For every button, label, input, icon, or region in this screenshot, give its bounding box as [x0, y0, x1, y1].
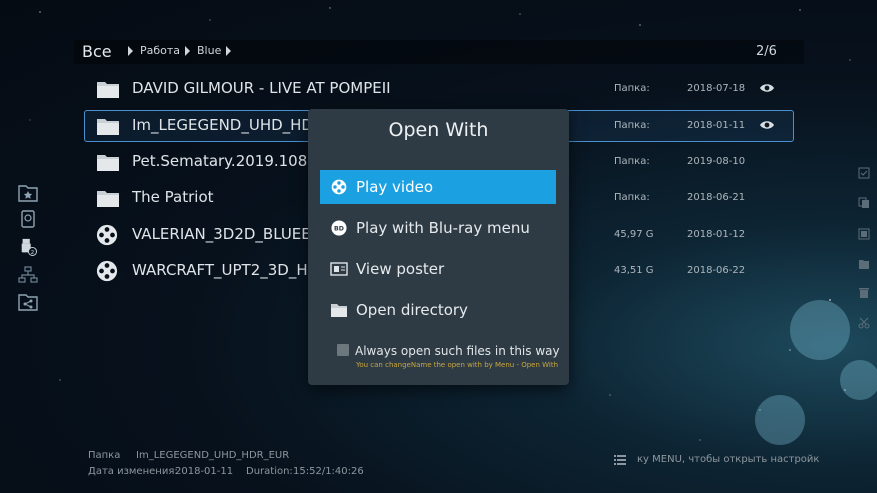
footer-folder-value: Im_LEGEGEND_UHD_HDR_EUR — [136, 450, 290, 461]
folder-icon — [97, 191, 119, 207]
menu-list-icon — [614, 455, 626, 465]
open-with-hint: You can changeName the open with by Menu… — [356, 361, 559, 369]
always-open-label[interactable]: Always open such files in this way — [355, 344, 560, 358]
file-date: 2018-01-11 — [687, 120, 746, 131]
always-open-checkbox[interactable] — [337, 344, 349, 356]
file-name: Im_LEGEGEND_UHD_HDR — [132, 116, 312, 134]
footer-duration-label: Duration: — [246, 466, 293, 477]
folder-icon — [97, 82, 119, 98]
rename-icon[interactable] — [858, 228, 870, 240]
file-type: Папка: — [614, 120, 650, 131]
film-reel-icon — [96, 260, 118, 282]
new-folder-icon[interactable] — [858, 258, 870, 270]
play-video-option[interactable]: Play video — [320, 170, 556, 204]
hdd-icon[interactable] — [18, 210, 38, 228]
usb-drive-icon[interactable]: 2 — [18, 238, 38, 256]
file-name: WARCRAFT_UPT2_3D_H — [132, 261, 308, 279]
breadcrumb-bar — [74, 40, 804, 64]
file-type: Папка: — [614, 83, 650, 94]
page-counter: 2/6 — [756, 44, 777, 59]
breadcrumb-separator-icon — [185, 46, 190, 56]
dialog-title: Open With — [388, 119, 489, 141]
eye-icon — [760, 121, 774, 129]
delete-icon[interactable] — [858, 287, 870, 299]
select-icon[interactable] — [858, 167, 870, 179]
file-size: 45,97 G — [614, 229, 654, 240]
file-row[interactable]: DAVID GILMOUR - LIVE AT POMPEII Папка: 2… — [84, 73, 794, 105]
footer-duration-value: 15:52/1:40:26 — [293, 466, 364, 477]
folder-icon — [331, 304, 347, 317]
folder-icon — [97, 119, 119, 135]
file-date: 2018-01-12 — [687, 229, 746, 240]
footer-modified-value: 2018-01-11 — [175, 466, 234, 477]
breadcrumb-separator-icon — [226, 46, 231, 56]
breadcrumb-separator-icon — [128, 46, 133, 56]
cut-icon[interactable] — [858, 317, 870, 329]
menu-hint: ку MENU, чтобы открыть настройк — [637, 454, 820, 465]
folder-icon — [97, 155, 119, 171]
file-date: 2019-08-10 — [687, 156, 746, 167]
option-label: Play with Blu-ray menu — [356, 219, 530, 237]
breadcrumb-item[interactable]: Blue — [197, 44, 221, 57]
file-size: 43,51 G — [614, 265, 654, 276]
poster-icon — [330, 262, 348, 276]
film-reel-icon — [331, 179, 347, 195]
shared-folder-icon[interactable] — [18, 293, 38, 311]
breadcrumb-item[interactable]: Работа — [140, 44, 180, 57]
option-label: View poster — [356, 260, 445, 278]
file-date: 2018-07-18 — [687, 83, 746, 94]
play-bluray-option[interactable]: BD Play with Blu-ray menu — [320, 211, 556, 245]
option-label: Play video — [356, 178, 434, 196]
svg-text:BD: BD — [334, 226, 344, 233]
file-date: 2018-06-21 — [687, 192, 746, 203]
network-icon[interactable] — [18, 266, 38, 284]
footer-modified-label: Дата изменения: — [88, 466, 178, 477]
file-type: Папка: — [614, 156, 650, 167]
file-name: VALERIAN_3D2D_BLUEE — [132, 225, 311, 243]
favorites-folder-icon[interactable] — [18, 184, 38, 202]
copy-icon[interactable] — [858, 197, 870, 209]
file-date: 2018-06-22 — [687, 265, 746, 276]
open-directory-option[interactable]: Open directory — [320, 293, 556, 327]
bluray-disc-icon: BD — [331, 220, 347, 236]
film-reel-icon — [96, 224, 118, 246]
file-name: DAVID GILMOUR - LIVE AT POMPEII — [132, 79, 391, 97]
file-name: The Patriot — [132, 188, 214, 206]
open-with-dialog: Open With Play video BD Play with Blu-ra… — [308, 109, 569, 385]
file-name: Pet.Sematary.2019.1080 — [132, 152, 312, 170]
breadcrumb-root[interactable]: Все — [82, 42, 112, 61]
file-type: Папка: — [614, 192, 650, 203]
svg-text:2: 2 — [31, 250, 34, 256]
footer-folder-label: Папка — [88, 450, 121, 461]
option-label: Open directory — [356, 301, 468, 319]
view-poster-option[interactable]: View poster — [320, 252, 556, 286]
eye-icon — [760, 84, 774, 92]
